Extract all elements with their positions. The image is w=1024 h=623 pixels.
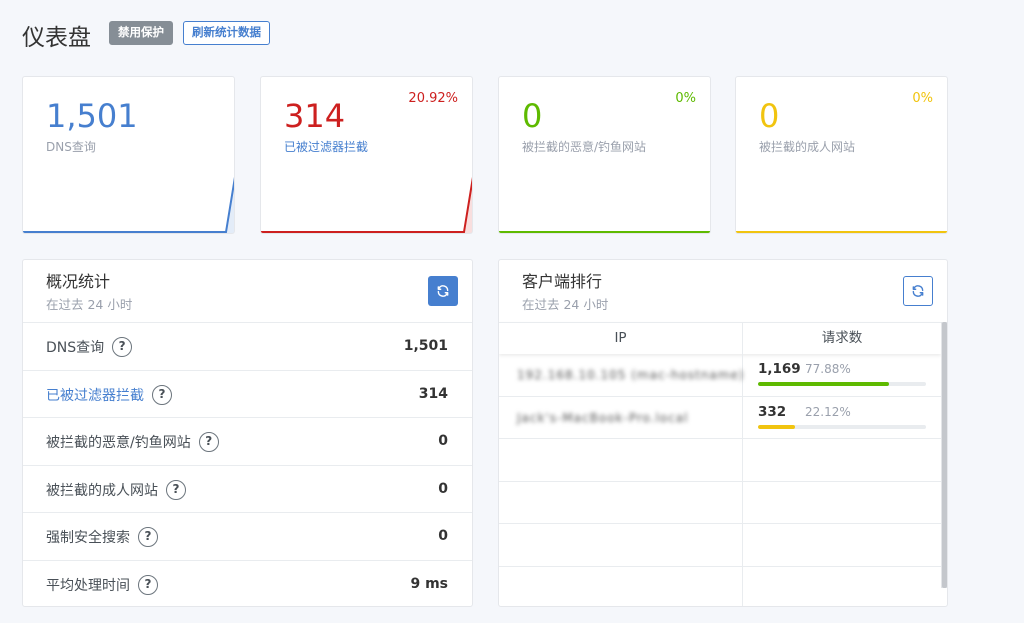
dns-queries-card: 1,501 DNS查询 bbox=[22, 76, 235, 234]
stats-row-safe-search: 强制安全搜索? 0 bbox=[23, 512, 472, 560]
column-header-ip[interactable]: IP bbox=[499, 323, 743, 355]
sparkline-chart bbox=[736, 231, 947, 233]
refresh-clients-button[interactable] bbox=[903, 276, 933, 306]
request-percent: 22.12% bbox=[805, 404, 851, 419]
column-header-requests[interactable]: 请求数 bbox=[743, 323, 941, 355]
row-value: 0 bbox=[438, 433, 448, 449]
top-clients-panel: 客户端排行 在过去 24 小时 IP 请求数 192.168.10.105 (m… bbox=[498, 259, 948, 607]
malware-phishing-card: 0 被拦截的恶意/钓鱼网站 0% bbox=[498, 76, 711, 234]
page-title: 仪表盘 bbox=[22, 25, 91, 51]
scrollbar-thumb[interactable] bbox=[942, 322, 947, 588]
row-value: 314 bbox=[418, 385, 448, 402]
table-row: Jack's-MacBook-Pro.local 332 22.12% bbox=[499, 396, 941, 439]
stats-row-malware: 被拦截的恶意/钓鱼网站? 0 bbox=[23, 417, 472, 465]
refresh-statistics-button[interactable]: 刷新统计数据 bbox=[183, 21, 270, 45]
row-value: 1,501 bbox=[403, 338, 448, 354]
filtered-blocked-card: 314 已被过滤器拦截 20.92% bbox=[260, 76, 473, 234]
sparkline-chart bbox=[23, 176, 234, 233]
panel-subtitle: 在过去 24 小时 bbox=[522, 297, 609, 312]
progress-track bbox=[758, 424, 926, 429]
panel-title: 客户端排行 bbox=[522, 272, 603, 291]
stat-percent: 20.92% bbox=[408, 91, 458, 106]
table-row-empty bbox=[499, 566, 941, 606]
table-header: IP 请求数 bbox=[499, 322, 941, 355]
client-ip: 192.168.10.105 (mac-hostname) bbox=[517, 368, 745, 382]
request-count: 332 bbox=[758, 403, 787, 420]
progress-track bbox=[758, 382, 926, 386]
help-icon[interactable]: ? bbox=[166, 479, 186, 500]
stat-value: 314 bbox=[284, 97, 346, 135]
stat-label: 被拦截的成人网站 bbox=[759, 140, 856, 154]
stat-value: 0 bbox=[759, 97, 780, 135]
stats-row-filtered: 已被过滤器拦截? 314 bbox=[23, 369, 472, 418]
row-label: 被拦截的恶意/钓鱼网站 bbox=[46, 435, 191, 451]
stat-value: 0 bbox=[522, 97, 543, 135]
help-icon[interactable]: ? bbox=[138, 574, 158, 595]
row-label: 强制安全搜索 bbox=[46, 530, 130, 546]
row-value: 0 bbox=[438, 480, 448, 497]
row-label: 平均处理时间 bbox=[46, 577, 130, 594]
stats-row-dns-queries: DNS查询? 1,501 bbox=[23, 322, 472, 370]
stat-percent: 0% bbox=[675, 91, 696, 106]
stats-row-avg-time: 平均处理时间? 9 ms bbox=[23, 559, 472, 607]
client-ip: Jack's-MacBook-Pro.local bbox=[517, 410, 689, 425]
panel-subtitle: 在过去 24 小时 bbox=[46, 297, 133, 312]
request-percent: 77.88% bbox=[805, 362, 851, 376]
row-label: 被拦截的成人网站 bbox=[46, 482, 158, 499]
sparkline-chart bbox=[499, 231, 710, 233]
row-label-link[interactable]: 已被过滤器拦截 bbox=[46, 385, 144, 405]
stat-value: 1,501 bbox=[46, 97, 138, 135]
stat-label: 被拦截的恶意/钓鱼网站 bbox=[522, 140, 647, 154]
stat-percent: 0% bbox=[912, 91, 933, 106]
table-row-empty bbox=[499, 524, 941, 567]
help-icon[interactable]: ? bbox=[112, 337, 133, 357]
row-value: 0 bbox=[438, 528, 448, 544]
table-row-empty bbox=[499, 439, 941, 482]
refresh-overview-button[interactable] bbox=[428, 276, 458, 306]
help-icon[interactable]: ? bbox=[138, 527, 158, 547]
refresh-icon bbox=[912, 285, 924, 297]
table-row: 192.168.10.105 (mac-hostname) 1,169 77.8… bbox=[499, 354, 941, 397]
panel-title: 概况统计 bbox=[46, 272, 111, 291]
sparkline-chart bbox=[261, 176, 472, 233]
progress-bar bbox=[758, 382, 889, 386]
help-icon[interactable]: ? bbox=[152, 384, 172, 405]
row-value: 9 ms bbox=[410, 575, 448, 592]
stats-row-adult: 被拦截的成人网站? 0 bbox=[23, 464, 472, 513]
progress-bar bbox=[758, 424, 796, 429]
disable-protection-button[interactable]: 禁用保护 bbox=[109, 21, 173, 45]
stat-label: 已被过滤器拦截 bbox=[284, 140, 369, 154]
help-icon[interactable]: ? bbox=[198, 432, 219, 452]
adult-sites-card: 0 被拦截的成人网站 0% bbox=[735, 76, 948, 234]
request-count: 1,169 bbox=[758, 361, 801, 377]
row-label: DNS查询 bbox=[46, 340, 105, 356]
table-row-empty bbox=[499, 481, 941, 524]
stat-label: DNS查询 bbox=[46, 140, 96, 154]
refresh-icon bbox=[437, 285, 449, 297]
overview-statistics-panel: 概况统计 在过去 24 小时 DNS查询? 1,501 已被过滤器拦截? 314… bbox=[22, 259, 473, 607]
